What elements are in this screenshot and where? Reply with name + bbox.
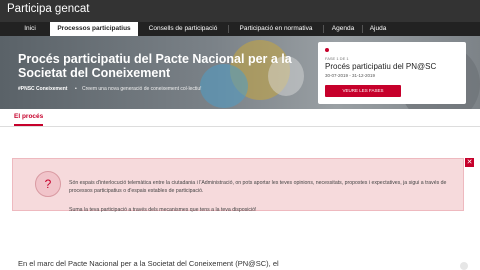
site-brand[interactable]: Participa gencat [7,3,89,15]
top-header: Participa gencat [0,0,480,22]
intro-paragraph: En el marc del Pacte Nacional per a la S… [18,259,279,268]
hero-hashtag[interactable]: #PNSC Coneixement [18,86,67,92]
page-title: Procés participatiu del Pacte Nacional p… [18,52,292,80]
hero-separator: • [75,86,77,92]
process-tabs: El procés [0,109,480,127]
phase-dates: 30-07-2019 - 31-12-2019 [325,73,376,78]
nav-item-ajuda[interactable]: Ajuda [363,22,393,36]
main-nav: Inici Processos participatius Consells d… [0,22,480,36]
close-icon[interactable]: ✕ [465,158,474,167]
info-callout: ? Són espais d'interlocució telemàtica e… [12,158,464,213]
phase-title: Procés participatiu del PN@SC [325,62,437,71]
view-phases-button[interactable]: VEURE LES FASES [325,85,401,97]
callout-paragraph: Suma la teva participació a través dels … [69,207,257,213]
callout-paragraph: Són espais d'interlocució telemàtica ent… [69,180,447,194]
scroll-top-button[interactable] [460,262,468,270]
question-icon: ? [35,171,61,197]
phase-label: FASE 1 DE 1 [325,56,349,61]
phase-status-dot [325,48,329,52]
nav-item-participacio-en-normativa[interactable]: Participació en normativa [229,22,323,36]
nav-item-inici[interactable]: Inici [10,22,50,36]
nav-item-processos-participatius[interactable]: Processos participatius [50,22,138,36]
hero-subtitle: Creem una nova generació de coneixement … [82,86,202,92]
phase-card: FASE 1 DE 1 Procés participatiu del PN@S… [318,42,466,104]
nav-item-agenda[interactable]: Agenda [324,22,362,36]
tab-el-proces[interactable]: El procés [14,113,44,126]
nav-item-consells-de-participacio[interactable]: Consells de participació [138,22,228,36]
